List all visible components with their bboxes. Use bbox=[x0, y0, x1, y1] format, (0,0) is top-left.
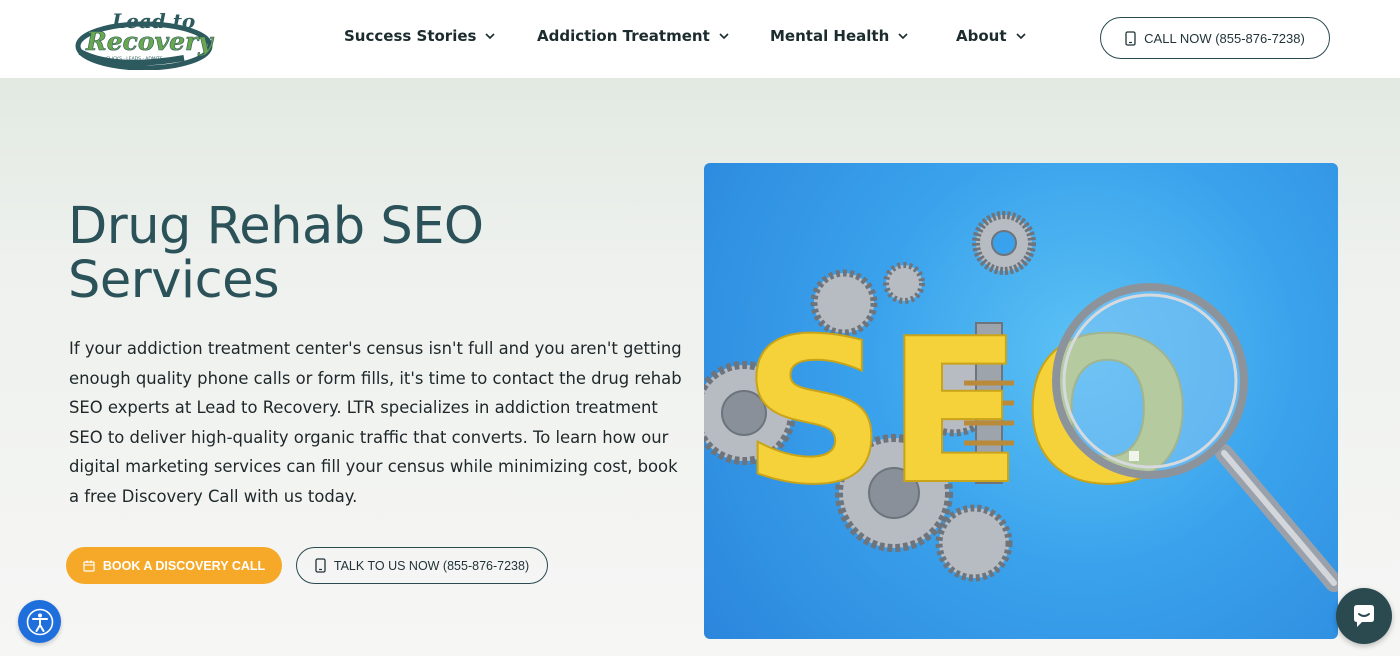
logo-line2: Recovery bbox=[85, 27, 214, 56]
accessibility-button[interactable] bbox=[18, 600, 61, 643]
calendar-icon bbox=[83, 560, 95, 572]
nav-mental-health[interactable]: Mental Health bbox=[770, 27, 909, 45]
call-now-button[interactable]: CALL NOW (855-876-7238) bbox=[1100, 17, 1330, 59]
nav-about[interactable]: About bbox=[956, 27, 1027, 45]
title-line2: Services bbox=[68, 251, 280, 310]
hero-description: If your addiction treatment center's cen… bbox=[69, 339, 682, 506]
seo-illustration: SEO bbox=[704, 211, 1338, 592]
chevron-down-icon bbox=[719, 33, 729, 40]
book-button-label: BOOK A DISCOVERY CALL bbox=[102, 558, 266, 573]
chevron-down-icon bbox=[485, 33, 496, 40]
chat-button[interactable] bbox=[1336, 588, 1392, 644]
phone-icon bbox=[1125, 30, 1136, 46]
nav-label: Mental Health bbox=[770, 27, 890, 45]
phone-icon bbox=[315, 558, 326, 573]
nav-addiction-treatment[interactable]: Addiction Treatment bbox=[537, 27, 730, 45]
nav-success-stories[interactable]: Success Stories bbox=[344, 27, 496, 45]
nav-label: Addiction Treatment bbox=[537, 27, 710, 45]
accessibility-icon bbox=[26, 608, 53, 635]
site-header: Lead to Recovery CLICKS · LEADS · ADMITS… bbox=[0, 0, 1400, 78]
page-title: Drug Rehab SEO Services bbox=[68, 200, 668, 308]
chat-bubble-icon bbox=[1354, 605, 1374, 627]
chevron-down-icon bbox=[1015, 33, 1026, 40]
chevron-down-icon bbox=[898, 33, 908, 40]
logo-graphic: Lead to Recovery CLICKS · LEADS · ADMITS bbox=[75, 9, 214, 71]
talk-to-us-button[interactable]: TALK TO US NOW (855-876-7238) bbox=[296, 547, 548, 584]
nav-label: Success Stories bbox=[344, 27, 477, 45]
seo-hero-image: SEO bbox=[704, 163, 1338, 639]
nav-label: About bbox=[956, 27, 1007, 45]
magnifying-glass-graphic bbox=[1052, 283, 1338, 592]
lead-to-recovery-logo[interactable]: Lead to Recovery CLICKS · LEADS · ADMITS bbox=[74, 6, 218, 71]
book-discovery-call-button[interactable]: BOOK A DISCOVERY CALL bbox=[66, 547, 282, 584]
title-line1: Drug Rehab SEO bbox=[68, 197, 484, 256]
talk-button-label: TALK TO US NOW (855-876-7238) bbox=[333, 558, 530, 573]
call-now-label: CALL NOW (855-876-7238) bbox=[1144, 30, 1305, 46]
logo-tagline: CLICKS · LEADS · ADMITS bbox=[106, 56, 163, 62]
